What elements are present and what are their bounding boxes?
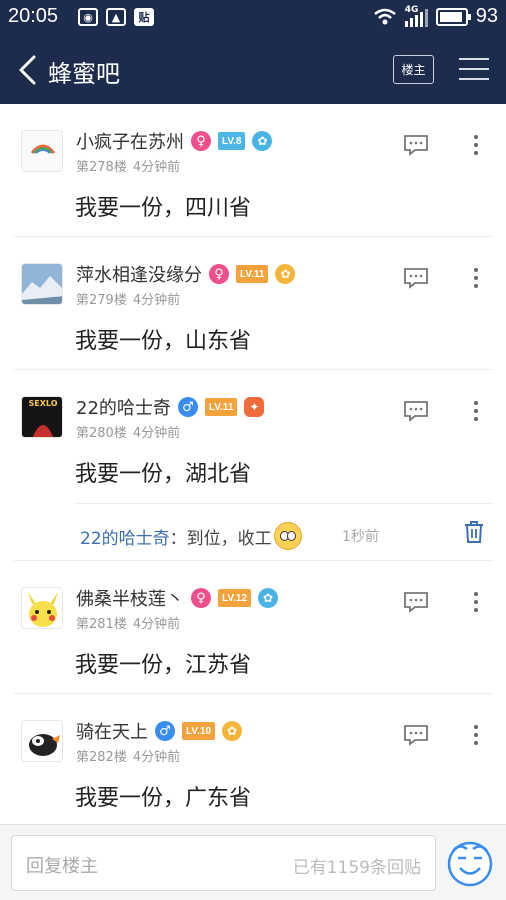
more-options-icon[interactable] <box>468 398 484 424</box>
member-badge-icon: ✿ <box>258 588 279 608</box>
post-item: SEXLO 22的哈士奇 ♂ LV.11 ✦ 第280楼 4分钟前 我要一份，湖北… <box>0 370 506 503</box>
post-content: 我要一份，四川省 <box>75 196 252 221</box>
gallery-icon: ▲ <box>106 8 126 26</box>
female-icon: ♀ <box>209 264 229 284</box>
post-meta: 第282楼 4分钟前 <box>76 746 186 765</box>
reply-count: 已有1159条回贴 <box>292 858 421 878</box>
avatar[interactable] <box>21 587 63 629</box>
status-time: 20:05 <box>8 5 59 27</box>
post-meta: 第278楼 4分钟前 <box>76 156 186 175</box>
reply-input[interactable]: 回复楼主 已有1159条回贴 <box>11 835 436 891</box>
username[interactable]: 22的哈士奇 <box>76 394 171 420</box>
battery-percent: 93 <box>475 5 498 27</box>
avatar-text: SEXLO <box>28 399 58 408</box>
member-badge-icon: ✿ <box>222 721 243 741</box>
username[interactable]: 小疯子在苏州 <box>76 128 184 154</box>
status-right: 4G 93 <box>373 5 498 28</box>
post-time: 4分钟前 <box>132 293 181 308</box>
sub-reply-text: 22的哈士奇：到位，收工 <box>80 522 302 550</box>
level-badge: LV.8 <box>218 132 246 150</box>
comment-icon[interactable] <box>403 134 429 156</box>
post-content: 我要一份，湖北省 <box>75 462 252 487</box>
qq-icon: ◉ <box>78 8 98 26</box>
network-label: 4G <box>404 4 419 15</box>
post-time: 4分钟前 <box>132 426 181 441</box>
status-bar: 20:05 ◉ ▲ 贴 4G 93 <box>0 0 506 36</box>
menu-icon[interactable] <box>459 58 489 80</box>
post-item: 骑在天上 ♂ LV.10 ✿ 第282楼 4分钟前 我要一份，广东省 <box>0 694 506 824</box>
post-meta: 第280楼 4分钟前 <box>76 422 186 441</box>
only-owner-button[interactable]: 楼主 <box>393 55 434 84</box>
avatar[interactable] <box>21 720 63 762</box>
user-info: 佛桑半枝莲丶 ♀ LV.12 ✿ <box>76 585 279 611</box>
female-icon: ♀ <box>191 131 211 151</box>
signal-icon: 4G <box>404 4 428 27</box>
avatar[interactable] <box>21 263 63 305</box>
comment-icon[interactable] <box>403 400 429 422</box>
avatar[interactable]: SEXLO <box>21 396 63 438</box>
post-item: 佛桑半枝莲丶 ♀ LV.12 ✿ 第281楼 4分钟前 我要一份，江苏省 <box>0 561 506 694</box>
back-arrow-icon[interactable] <box>16 54 40 86</box>
tieba-icon: 贴 <box>134 8 154 26</box>
more-options-icon[interactable] <box>468 589 484 615</box>
level-badge: LV.12 <box>218 589 252 607</box>
delete-icon[interactable] <box>464 520 484 544</box>
battery-icon <box>435 7 471 26</box>
sub-reply-author[interactable]: 22的哈士奇 <box>80 524 170 549</box>
emoji-icon[interactable] <box>445 837 495 887</box>
more-options-icon[interactable] <box>468 132 484 158</box>
user-info: 萍水相逢没缘分 ♀ LV.11 ✿ <box>76 261 296 287</box>
user-info: 骑在天上 ♂ LV.10 ✿ <box>76 718 243 744</box>
member-badge-icon: ✿ <box>275 264 296 284</box>
male-icon: ♂ <box>155 721 175 741</box>
post-time: 4分钟前 <box>132 160 181 175</box>
comment-icon[interactable] <box>403 267 429 289</box>
user-info: 22的哈士奇 ♂ LV.11 ✦ <box>76 394 265 420</box>
comment-icon[interactable] <box>403 724 429 746</box>
battery-fill <box>439 11 463 22</box>
post-content: 我要一份，广东省 <box>75 786 252 811</box>
floor-number: 第281楼 <box>76 617 127 632</box>
male-icon: ♂ <box>177 397 198 417</box>
username[interactable]: 佛桑半枝莲丶 <box>76 585 184 611</box>
username[interactable]: 骑在天上 <box>76 718 148 744</box>
user-info: 小疯子在苏州 ♀ LV.8 ✿ <box>76 128 273 154</box>
emoji-icon <box>273 522 302 550</box>
female-icon: ♀ <box>191 588 211 608</box>
member-badge-icon: ✿ <box>252 131 273 151</box>
floor-number: 第279楼 <box>76 293 127 308</box>
bottom-reply-bar: 回复楼主 已有1159条回贴 <box>0 824 506 900</box>
post-meta: 第281楼 4分钟前 <box>76 613 186 632</box>
nav-bar: 蜂蜜吧 楼主 <box>0 36 506 104</box>
floor-number: 第282楼 <box>76 750 127 765</box>
post-item: 萍水相逢没缘分 ♀ LV.11 ✿ 第279楼 4分钟前 我要一份，山东省 <box>0 237 506 370</box>
thread-content: 小疯子在苏州 ♀ LV.8 ✿ 第278楼 4分钟前 我要一份，四川省 萍水相逢没… <box>0 104 506 824</box>
level-badge: LV.11 <box>204 398 238 416</box>
post-time: 4分钟前 <box>132 750 181 765</box>
sub-reply-separator: ： <box>169 528 187 549</box>
username[interactable]: 萍水相逢没缘分 <box>76 261 202 287</box>
post-time: 4分钟前 <box>132 617 181 632</box>
avatar[interactable] <box>21 130 63 172</box>
more-options-icon[interactable] <box>468 722 484 748</box>
sub-reply-content: 到位，收工 <box>186 528 272 549</box>
post-content: 我要一份，江苏省 <box>75 653 252 678</box>
floor-number: 第278楼 <box>76 160 127 175</box>
sub-reply-time: 1秒前 <box>342 529 379 545</box>
page-title: 蜂蜜吧 <box>48 60 120 88</box>
post-meta: 第279楼 4分钟前 <box>76 289 186 308</box>
post-item: 小疯子在苏州 ♀ LV.8 ✿ 第278楼 4分钟前 我要一份，四川省 <box>0 104 506 237</box>
post-content: 我要一份，山东省 <box>75 329 252 354</box>
floor-number: 第280楼 <box>76 426 127 441</box>
level-badge: LV.10 <box>182 722 216 740</box>
more-options-icon[interactable] <box>468 265 484 291</box>
wifi-icon <box>373 8 396 24</box>
level-badge: LV.11 <box>236 265 269 283</box>
reply-placeholder: 回复楼主 <box>26 856 98 877</box>
gamepad-badge-icon: ✦ <box>244 397 265 417</box>
comment-icon[interactable] <box>403 591 429 613</box>
sub-reply[interactable]: 22的哈士奇：到位，收工 1秒前 <box>14 503 492 561</box>
